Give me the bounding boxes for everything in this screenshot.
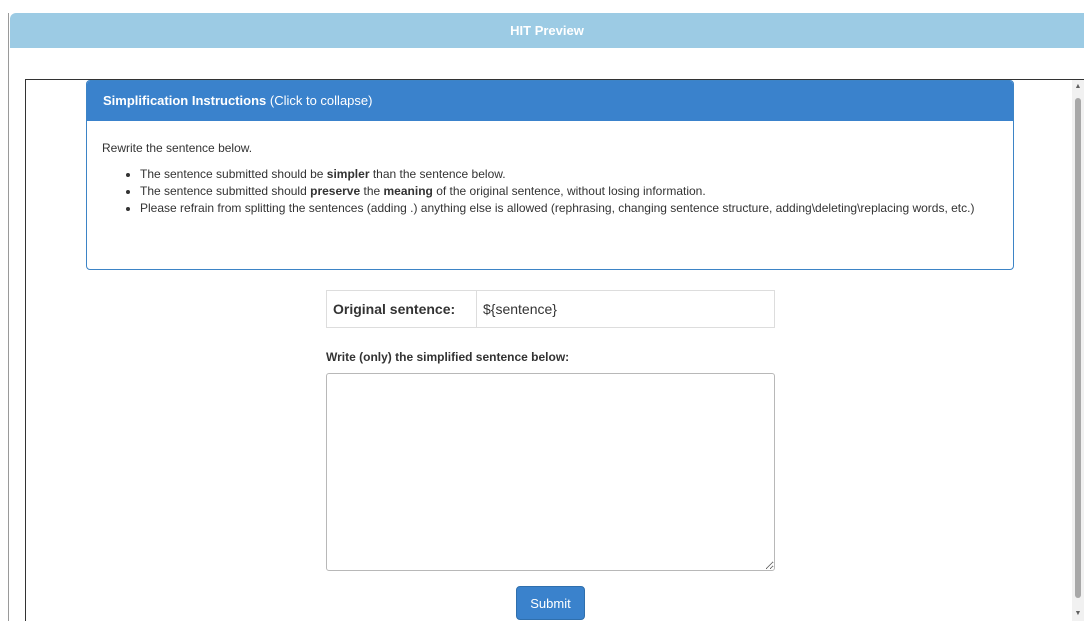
instructions-list: The sentence submitted should be simpler… (102, 166, 998, 217)
instructions-title: Simplification Instructions (103, 93, 267, 108)
instruction-item-no-splitting: Please refrain from splitting the senten… (140, 200, 998, 217)
scrollbar[interactable]: ▲ ▼ (1072, 80, 1084, 621)
scroll-up-arrow-icon[interactable]: ▲ (1072, 81, 1084, 93)
instruction-bold-meaning: meaning (383, 184, 433, 198)
instruction-text: The sentence submitted should be (140, 167, 327, 181)
instructions-panel: Simplification Instructions (Click to co… (86, 80, 1014, 270)
simplified-sentence-label: Write (only) the simplified sentence bel… (326, 350, 570, 364)
instructions-body: Rewrite the sentence below. The sentence… (87, 121, 1013, 217)
instruction-bold-preserve: preserve (310, 184, 361, 198)
submit-button[interactable]: Submit (516, 586, 585, 620)
hit-preview-header: HIT Preview (10, 13, 1084, 48)
instruction-text: of the original sentence, without losing… (432, 184, 706, 198)
task-frame: Simplification Instructions (Click to co… (25, 79, 1084, 621)
instruction-text: the (360, 184, 384, 198)
scroll-down-arrow-icon[interactable]: ▼ (1072, 608, 1084, 620)
hit-preview-title: HIT Preview (510, 23, 584, 38)
scroll-thumb[interactable] (1075, 98, 1081, 598)
window-left-edge (8, 13, 9, 621)
instructions-panel-heading[interactable]: Simplification Instructions (Click to co… (87, 81, 1013, 121)
instructions-intro: Rewrite the sentence below. (102, 141, 253, 155)
original-sentence-value: ${sentence} (483, 301, 557, 317)
instruction-text: The sentence submitted should (140, 184, 311, 198)
instruction-bold-simpler: simpler (326, 167, 370, 181)
collapse-hint: (Click to collapse) (269, 93, 373, 108)
original-sentence-label: Original sentence: (327, 291, 477, 327)
instruction-item-preserve: The sentence submitted should preserve t… (140, 183, 998, 200)
original-sentence-table: Original sentence: ${sentence} (326, 290, 775, 328)
instruction-text: than the sentence below. (369, 167, 506, 181)
simplified-sentence-input[interactable] (326, 373, 775, 571)
instruction-item-simpler: The sentence submitted should be simpler… (140, 166, 998, 183)
